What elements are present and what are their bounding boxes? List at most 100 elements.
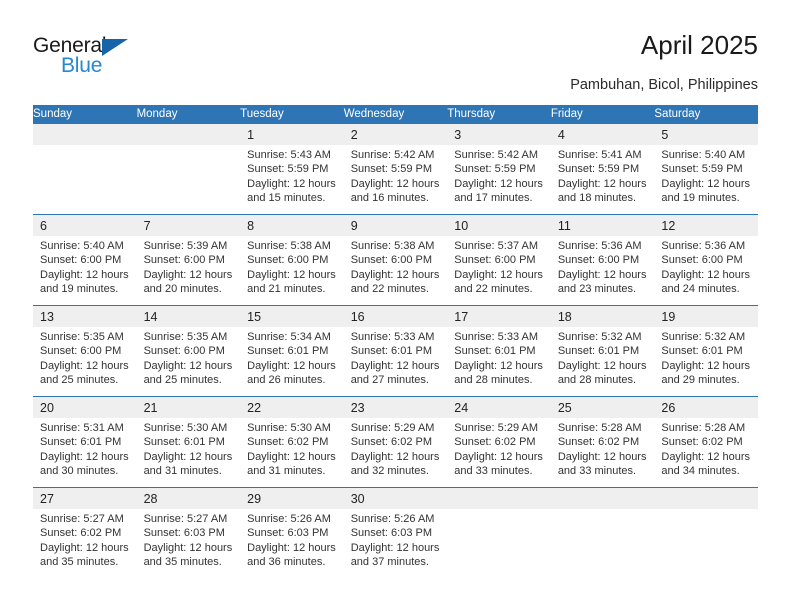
- day-number: 21: [143, 401, 158, 415]
- day-number-band: 3: [447, 124, 551, 145]
- calendar-week-row: 20 Sunrise: 5:31 AM Sunset: 6:01 PM Dayligh…: [33, 396, 758, 488]
- day-number: 9: [350, 219, 358, 233]
- day-details: Sunrise: 5:34 AM Sunset: 6:01 PM Daylight:…: [240, 327, 344, 388]
- day-cell-15[interactable]: 15 Sunrise: 5:34 AM Sunset: 6:01 PM Dayligh…: [240, 305, 344, 397]
- general-blue-logo[interactable]: General Blue: [33, 34, 203, 82]
- day-details: Sunrise: 5:42 AM Sunset: 5:59 PM Daylight:…: [447, 145, 551, 206]
- day-cell-21[interactable]: 21 Sunrise: 5:30 AM Sunset: 6:01 PM Dayligh…: [136, 396, 241, 488]
- day-cell-22[interactable]: 22 Sunrise: 5:30 AM Sunset: 6:02 PM Dayligh…: [240, 396, 344, 488]
- day-number: 25: [557, 401, 572, 415]
- day-cell-30[interactable]: 30 Sunrise: 5:26 AM Sunset: 6:03 PM Dayligh…: [343, 487, 448, 578]
- day-cell-14[interactable]: 14 Sunrise: 5:35 AM Sunset: 6:00 PM Dayligh…: [136, 305, 241, 397]
- day-cell-empty: [654, 487, 758, 578]
- day-cell-29[interactable]: 29 Sunrise: 5:26 AM Sunset: 6:03 PM Dayligh…: [240, 487, 344, 578]
- day-cell-12[interactable]: 12 Sunrise: 5:36 AM Sunset: 6:00 PM Dayligh…: [654, 214, 758, 306]
- sunset-text: Sunset: 6:00 PM: [557, 254, 640, 267]
- day-number-band: 19: [654, 306, 758, 327]
- sunrise-text: Sunrise: 5:35 AM: [143, 331, 228, 343]
- day-number-band: 21: [136, 397, 241, 418]
- day-cell-10[interactable]: 10 Sunrise: 5:37 AM Sunset: 6:00 PM Dayligh…: [447, 214, 551, 306]
- day-cell-11[interactable]: 11 Sunrise: 5:36 AM Sunset: 6:00 PM Dayligh…: [550, 214, 655, 306]
- day-cell-23[interactable]: 23 Sunrise: 5:29 AM Sunset: 6:02 PM Dayligh…: [343, 396, 448, 488]
- day-cell-9[interactable]: 9 Sunrise: 5:38 AM Sunset: 6:00 PM Daylight…: [343, 214, 448, 306]
- day-details: [137, 145, 241, 148]
- day-number: 2: [350, 128, 358, 142]
- sunset-text: Sunset: 6:02 PM: [661, 436, 743, 449]
- day-details: Sunrise: 5:35 AM Sunset: 6:00 PM Daylight:…: [137, 327, 241, 388]
- day-details: Sunrise: 5:32 AM Sunset: 6:01 PM Daylight:…: [551, 327, 655, 388]
- day-number: 18: [557, 310, 572, 324]
- day-cell-1[interactable]: 1 Sunrise: 5:43 AM Sunset: 5:59 PM Daylight…: [240, 123, 344, 215]
- day-number: 12: [661, 219, 676, 233]
- sunrise-text: Sunrise: 5:29 AM: [350, 422, 435, 434]
- logo-text-blue: Blue: [61, 54, 103, 77]
- day-details: Sunrise: 5:40 AM Sunset: 5:59 PM Daylight:…: [654, 145, 758, 206]
- day-number-band: 29: [240, 488, 344, 509]
- daylight-text-line1: Daylight: 12 hours: [661, 177, 751, 190]
- day-number-band: 28: [136, 488, 241, 509]
- day-cell-7[interactable]: 7 Sunrise: 5:39 AM Sunset: 6:00 PM Daylight…: [136, 214, 241, 306]
- calendar-week-row: 27 Sunrise: 5:27 AM Sunset: 6:02 PM Dayligh…: [33, 487, 758, 578]
- day-details: Sunrise: 5:38 AM Sunset: 6:00 PM Daylight:…: [344, 236, 448, 297]
- sunrise-text: Sunrise: 5:30 AM: [247, 422, 331, 434]
- day-number: 23: [350, 401, 365, 415]
- sunset-text: Sunset: 6:00 PM: [661, 254, 743, 267]
- daylight-text-line1: Daylight: 12 hours: [40, 268, 129, 281]
- day-cell-25[interactable]: 25 Sunrise: 5:28 AM Sunset: 6:02 PM Dayligh…: [550, 396, 655, 488]
- day-cell-16[interactable]: 16 Sunrise: 5:33 AM Sunset: 6:01 PM Dayligh…: [343, 305, 448, 397]
- day-details: Sunrise: 5:26 AM Sunset: 6:03 PM Daylight:…: [240, 509, 344, 570]
- day-cell-26[interactable]: 26 Sunrise: 5:28 AM Sunset: 6:02 PM Dayligh…: [654, 396, 758, 488]
- sunrise-text: Sunrise: 5:38 AM: [247, 240, 331, 252]
- daylight-text-line1: Daylight: 12 hours: [143, 359, 233, 372]
- day-details: Sunrise: 5:30 AM Sunset: 6:02 PM Daylight:…: [240, 418, 344, 479]
- daylight-text-line1: Daylight: 12 hours: [661, 268, 751, 281]
- sunset-text: Sunset: 6:01 PM: [661, 345, 743, 358]
- day-number-band: 18: [550, 306, 655, 327]
- day-cell-4[interactable]: 4 Sunrise: 5:41 AM Sunset: 5:59 PM Daylight…: [550, 123, 655, 215]
- sunset-text: Sunset: 6:00 PM: [350, 254, 433, 267]
- day-number: 14: [143, 310, 158, 324]
- day-cell-5[interactable]: 5 Sunrise: 5:40 AM Sunset: 5:59 PM Daylight…: [654, 123, 758, 215]
- calendar-grid: Sunday Monday Tuesday Wednesday Thursday Frid…: [33, 105, 758, 578]
- sunset-text: Sunset: 6:00 PM: [40, 345, 122, 358]
- day-number-band: 6: [33, 215, 137, 236]
- sunset-text: Sunset: 5:59 PM: [661, 163, 743, 176]
- sunrise-text: Sunrise: 5:27 AM: [40, 513, 124, 525]
- sunset-text: Sunset: 5:59 PM: [454, 163, 536, 176]
- weekday-header-row: Sunday Monday Tuesday Wednesday Thursday Frid…: [33, 105, 758, 124]
- day-cell-28[interactable]: 28 Sunrise: 5:27 AM Sunset: 6:03 PM Dayligh…: [136, 487, 241, 578]
- sunset-text: Sunset: 6:01 PM: [350, 345, 433, 358]
- sunrise-text: Sunrise: 5:30 AM: [143, 422, 228, 434]
- day-details: [447, 509, 551, 512]
- sunset-text: Sunset: 6:03 PM: [143, 527, 225, 540]
- day-cell-13[interactable]: 13 Sunrise: 5:35 AM Sunset: 6:00 PM Dayligh…: [33, 305, 137, 397]
- day-cell-8[interactable]: 8 Sunrise: 5:38 AM Sunset: 6:00 PM Daylight…: [240, 214, 344, 306]
- weekday-header-monday: Monday: [136, 105, 241, 124]
- day-cell-24[interactable]: 24 Sunrise: 5:29 AM Sunset: 6:02 PM Dayligh…: [447, 396, 551, 488]
- day-cell-18[interactable]: 18 Sunrise: 5:32 AM Sunset: 6:01 PM Dayligh…: [550, 305, 655, 397]
- daylight-text-line2: and 23 minutes.: [557, 283, 637, 296]
- day-number-band: 7: [136, 215, 241, 236]
- daylight-text-line2: and 35 minutes.: [40, 556, 119, 569]
- day-cell-27[interactable]: 27 Sunrise: 5:27 AM Sunset: 6:02 PM Dayligh…: [33, 487, 137, 578]
- day-number-band: [447, 488, 551, 509]
- day-cell-19[interactable]: 19 Sunrise: 5:32 AM Sunset: 6:01 PM Dayligh…: [654, 305, 758, 397]
- day-number-band: 25: [550, 397, 655, 418]
- sunset-text: Sunset: 6:02 PM: [557, 436, 640, 449]
- day-cell-20[interactable]: 20 Sunrise: 5:31 AM Sunset: 6:01 PM Dayligh…: [33, 396, 137, 488]
- day-cell-2[interactable]: 2 Sunrise: 5:42 AM Sunset: 5:59 PM Daylight…: [343, 123, 448, 215]
- daylight-text-line2: and 31 minutes.: [247, 465, 326, 478]
- day-cell-17[interactable]: 17 Sunrise: 5:33 AM Sunset: 6:01 PM Dayligh…: [447, 305, 551, 397]
- page-header: General Blue April 2025 Pambuhan, Bicol,…: [33, 30, 758, 100]
- day-number: 22: [247, 401, 262, 415]
- daylight-text-line2: and 19 minutes.: [661, 192, 740, 205]
- day-details: Sunrise: 5:40 AM Sunset: 6:00 PM Daylight:…: [33, 236, 137, 297]
- day-number-band: 30: [343, 488, 448, 509]
- daylight-text-line1: Daylight: 12 hours: [143, 450, 233, 463]
- daylight-text-line2: and 19 minutes.: [40, 283, 119, 296]
- daylight-text-line1: Daylight: 12 hours: [247, 268, 336, 281]
- day-cell-3[interactable]: 3 Sunrise: 5:42 AM Sunset: 5:59 PM Daylight…: [447, 123, 551, 215]
- calendar-week-row: 6 Sunrise: 5:40 AM Sunset: 6:00 PM Daylight…: [33, 214, 758, 306]
- day-cell-6[interactable]: 6 Sunrise: 5:40 AM Sunset: 6:00 PM Daylight…: [33, 214, 137, 306]
- sunset-text: Sunset: 5:59 PM: [350, 163, 433, 176]
